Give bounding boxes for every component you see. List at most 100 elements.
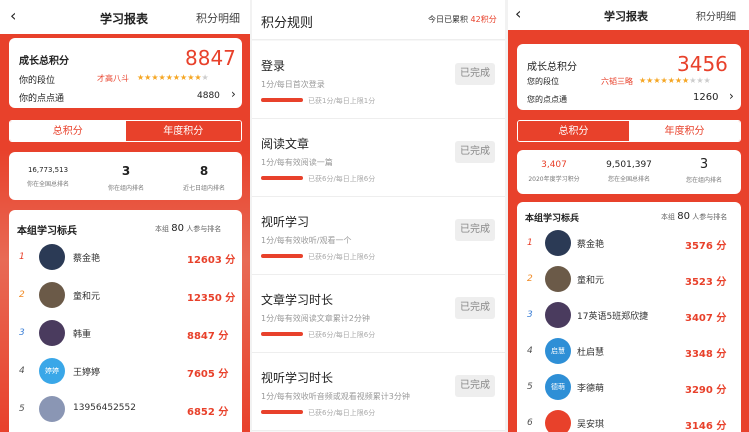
member-name: 童和元 [73, 292, 101, 302]
completed-button[interactable]: 已完成 [455, 63, 495, 85]
tab-annual-points[interactable]: 年度积分 [629, 121, 740, 141]
rule-title: 视听学习 [261, 215, 310, 229]
tab-annual-points[interactable]: 年度积分 [125, 121, 241, 141]
score-tabs: 总积分 年度积分 [9, 120, 242, 142]
star-icon: ★ [660, 76, 668, 85]
tab-total-points[interactable]: 总积分 [10, 121, 126, 141]
avatar [545, 230, 571, 256]
ranking-row[interactable]: 1 蔡金艳 3576 分 [517, 226, 741, 262]
ranking-row[interactable]: 2 童和元 3523 分 [517, 262, 741, 298]
group-ranking-card: 本组学习标兵 本组 80 人参与排名 1 蔡金艳 3576 分 2 童和元 3523 分 3… [517, 202, 741, 432]
rule-progress-bar [261, 98, 303, 102]
today-points-summary: 今日已累积 42积分 [428, 15, 497, 24]
star-icon: ★ [674, 76, 683, 85]
completed-button[interactable]: 已完成 [455, 375, 495, 397]
rule-progress-bar [261, 176, 303, 180]
rank-number: 3 [19, 328, 25, 338]
group-ranking-title: 本组学习标兵 [525, 214, 580, 224]
rank-number: 6 [527, 418, 533, 428]
member-score: 6852 分 [187, 407, 229, 418]
star-icon: ★ [703, 76, 711, 85]
member-score: 7605 分 [187, 369, 229, 380]
points-detail-link[interactable]: 积分明细 [196, 10, 240, 26]
chevron-right-icon[interactable]: › [231, 87, 236, 101]
star-icon: ★ [667, 76, 675, 85]
member-score: 12603 分 [187, 255, 236, 266]
rule-item: 文章学习时长 1分/每有效阅读文章累计2分钟 已获6分/每日上限6分 已完成 [252, 275, 505, 353]
avatar [545, 410, 571, 432]
weekly-group-rank-stat: 8 近七日组内排名 [182, 164, 225, 192]
rule-title: 视听学习时长 [261, 371, 334, 385]
total-points-value: 8847 [185, 46, 236, 70]
member-score: 3523 分 [685, 277, 727, 288]
rule-description: 1分/每日首次登录 [261, 80, 325, 89]
star-icon: ★ [194, 73, 202, 82]
growth-points-card: 成长总积分 8847 你的段位 才高八斗 ★★★★★★★★★★ 你的点点通 48… [9, 38, 242, 108]
points-pass-label: 您的点点通 [527, 95, 567, 104]
rank-label: 您的段位 [527, 77, 559, 86]
avatar [39, 244, 65, 270]
growth-points-card: 成长总积分 3456 您的段位 六韬三略 ★★★★★★★★★★ 您的点点通 12… [517, 44, 741, 110]
rank-stats-card: 16,773,513 你在全国总排名 3 你在组内排名 8 近七日组内排名 [9, 152, 242, 200]
member-name: 蔡金艳 [73, 254, 101, 264]
rank-number: 4 [19, 366, 25, 376]
group-ranking-card: 本组学习标兵 本组 80 人参与排名 1 蔡金艳 12603 分 2 童和元 12350 … [9, 210, 242, 432]
rule-progress-text: 已获6分/每日上限6分 [308, 175, 376, 183]
member-score: 8847 分 [187, 331, 229, 342]
star-icon: ★ [172, 73, 181, 82]
rule-description: 1分/每有效收听音频或观看视频累计3分钟 [261, 392, 410, 401]
rank-value: 才高八斗 [97, 74, 129, 83]
ranking-row[interactable]: 5 13956452552 6852 分 [9, 392, 242, 428]
rule-progress-text: 已获6分/每日上限6分 [308, 409, 376, 417]
rank-stars: ★★★★★★★★★★ [639, 76, 711, 85]
rank-number: 5 [527, 382, 533, 392]
rules-header: 积分规则 今日已累积 42积分 [252, 0, 505, 40]
right-report-panel: ‹ 学习报表 积分明细 成长总积分 3456 您的段位 六韬三略 ★★★★★★★… [508, 0, 749, 432]
points-pass-value: 1260 [693, 92, 719, 103]
member-name: 王婷婷 [73, 368, 101, 378]
star-icon: ★ [165, 73, 173, 82]
completed-button[interactable]: 已完成 [455, 297, 495, 319]
member-score: 3407 分 [685, 313, 727, 324]
member-name: 童和元 [577, 276, 605, 286]
completed-button[interactable]: 已完成 [455, 219, 495, 241]
rule-progress-text: 已获1分/每日上限1分 [308, 97, 376, 105]
rule-progress-bar [261, 332, 303, 336]
chevron-right-icon[interactable]: › [729, 89, 734, 103]
member-score: 3290 分 [685, 385, 727, 396]
member-score: 3576 分 [685, 241, 727, 252]
ranking-row[interactable]: 4 婷婷 王婷婷 7605 分 [9, 354, 242, 390]
right-topbar: ‹ 学习报表 积分明细 [508, 0, 749, 30]
avatar [39, 320, 65, 346]
points-detail-link[interactable]: 积分明细 [696, 8, 736, 23]
tab-total-points[interactable]: 总积分 [518, 121, 629, 141]
ranking-row[interactable]: 1 蔡金艳 12603 分 [9, 240, 242, 276]
ranking-row[interactable]: 6 吴安琪 3146 分 [517, 406, 741, 432]
ranking-row[interactable]: 3 17英语5班郑欣捷 3407 分 [517, 298, 741, 334]
back-arrow-icon[interactable]: ‹ [515, 4, 521, 23]
ranking-row[interactable]: 2 童和元 12350 分 [9, 278, 242, 314]
rule-item: 视听学习 1分/每有效收听/观看一个 已获6分/每日上限6分 已完成 [252, 197, 505, 275]
page-title: 学习报表 [100, 12, 149, 26]
star-icon: ★ [201, 73, 209, 82]
back-arrow-icon[interactable]: ‹ [10, 6, 16, 25]
rank-number: 3 [527, 310, 533, 320]
star-icon: ★ [151, 73, 159, 82]
rule-title: 文章学习时长 [261, 293, 334, 307]
group-meta: 本组 80 人参与排名 [661, 211, 728, 222]
rule-progress-text: 已获6分/每日上限6分 [308, 253, 376, 261]
rules-title: 积分规则 [261, 16, 314, 31]
ranking-row[interactable]: 3 韩重 8847 分 [9, 316, 242, 352]
member-score: 3146 分 [685, 421, 727, 432]
avatar: 婷婷 [39, 358, 65, 384]
rule-item: 阅读文章 1分/每有效阅读一篇 已获6分/每日上限6分 已完成 [252, 119, 505, 197]
ranking-row[interactable]: 4 启慧 杜启慧 3348 分 [517, 334, 741, 370]
points-pass-value: 4880 [197, 91, 220, 101]
completed-button[interactable]: 已完成 [455, 141, 495, 163]
rank-number: 5 [19, 404, 25, 414]
ranking-row[interactable]: 5 德萌 李德萌 3290 分 [517, 370, 741, 406]
rank-number: 1 [527, 238, 533, 248]
group-rank-stat: 3 你在组内排名 [107, 164, 144, 192]
rank-number: 2 [527, 274, 533, 284]
rank-number: 2 [19, 290, 25, 300]
